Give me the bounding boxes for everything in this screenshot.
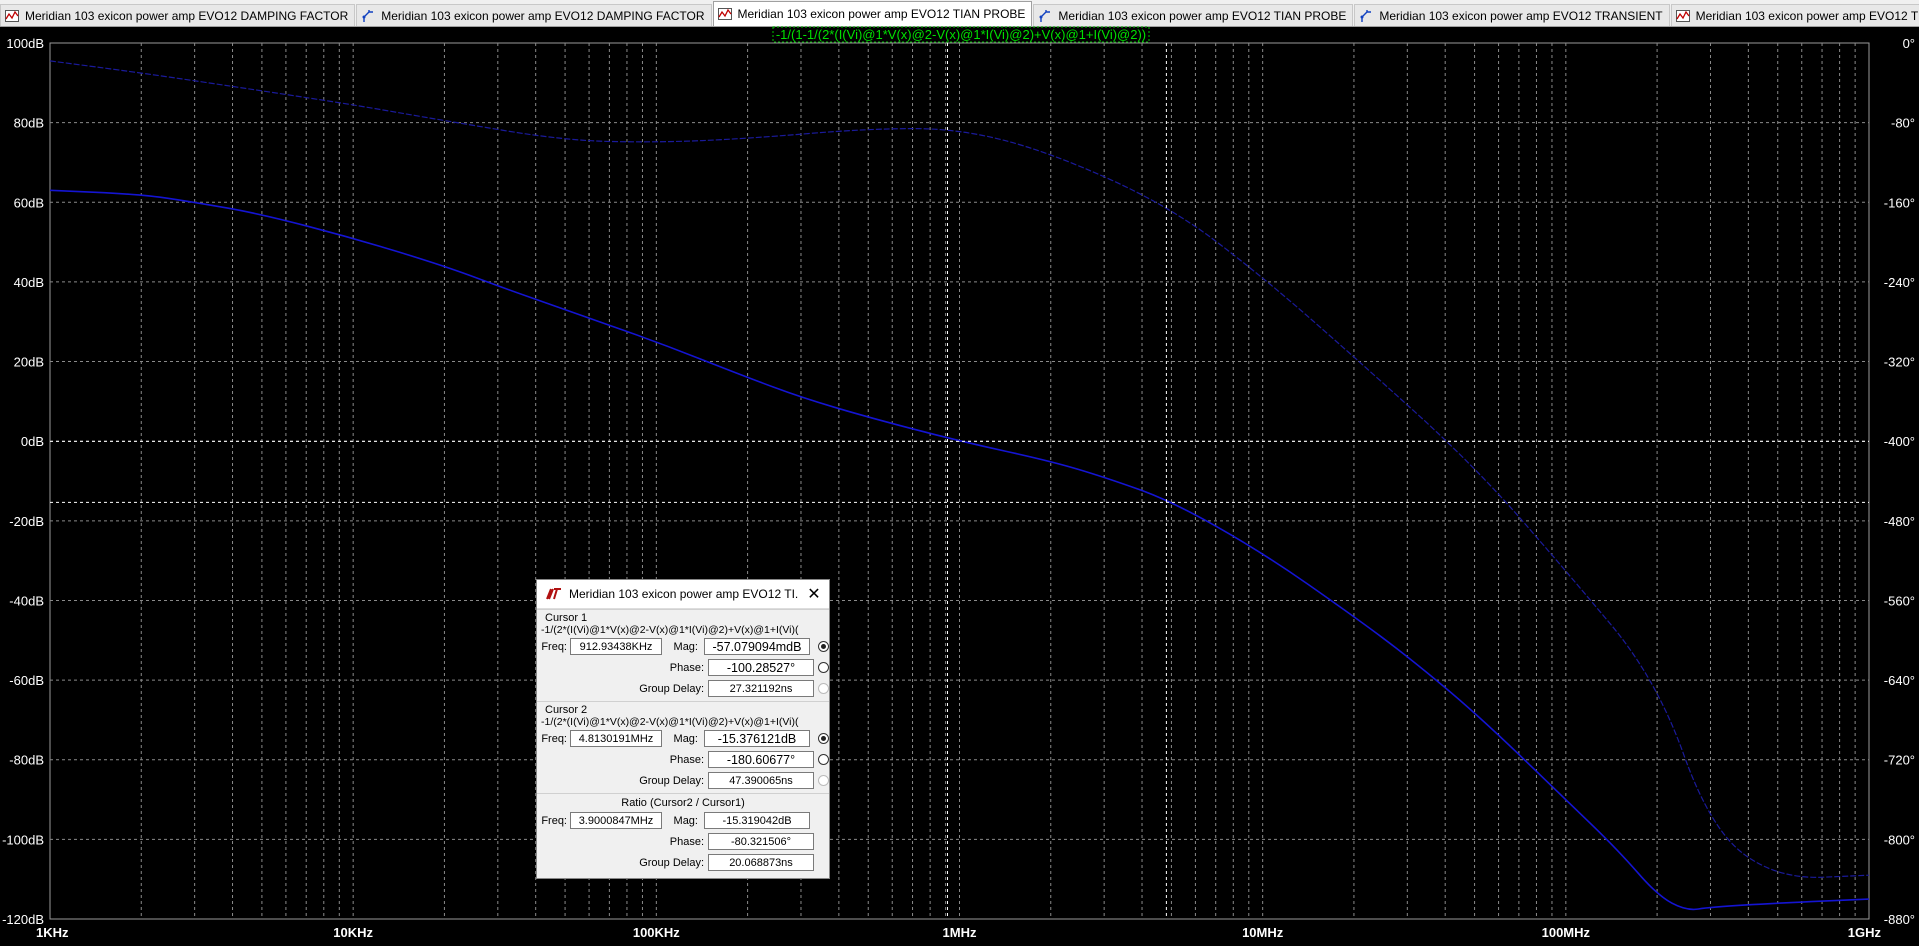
cursor1-mag-radio[interactable] (818, 641, 829, 652)
y2-tick-label: -560° (1884, 593, 1915, 608)
y2-tick-label: -320° (1884, 355, 1915, 370)
x-tick-label: 10MHz (1242, 925, 1284, 940)
x-tick-label: 10KHz (333, 925, 373, 940)
dialog-titlebar[interactable]: Meridian 103 exicon power amp EVO12 TI..… (537, 580, 829, 609)
tab-5[interactable]: Meridian 103 exicon power amp EVO12 TRAN… (1354, 4, 1670, 26)
tab-label: Meridian 103 exicon power amp EVO12 TRAN… (1379, 8, 1663, 23)
y-tick-label: 20dB (14, 355, 44, 370)
ratio-freq-field: 3.9000847MHz (570, 812, 662, 829)
x-tick-label: 1MHz (943, 925, 977, 940)
cursor1-freq-field[interactable]: 912.93438KHz (570, 638, 662, 655)
tab-4[interactable]: Meridian 103 exicon power amp EVO12 TIAN… (1033, 4, 1354, 26)
ratio-gd-label: Group Delay: (639, 856, 704, 869)
cursor2-phase-label: Phase: (669, 753, 704, 766)
close-icon[interactable]: ✕ (799, 584, 829, 604)
cursor1-mag-label: Mag: (673, 640, 698, 653)
tab-label: Meridian 103 exicon power amp EVO12 DAMP… (381, 8, 705, 23)
cursor1-label: Cursor 1 (545, 612, 588, 624)
y-tick-label: -40dB (9, 593, 44, 608)
cursor2-phase-radio[interactable] (818, 754, 829, 765)
y2-tick-label: -880° (1884, 912, 1915, 927)
ratio-gd-field: 20.068873ns (708, 854, 814, 871)
y-tick-label: 80dB (14, 116, 44, 131)
cursor1-phase-radio[interactable] (818, 662, 829, 673)
y2-tick-label: -160° (1884, 195, 1915, 210)
cursor-readout-dialog[interactable]: Meridian 103 exicon power amp EVO12 TI..… (536, 579, 830, 879)
waveform-icon (5, 9, 19, 23)
cursor2-section: Cursor 2 -1/(2*(I(Vi)@1*V(x)@2-V(x)@1*I(… (537, 701, 829, 793)
ratio-phase-label: Phase: (669, 835, 704, 848)
cursor2-gd-radio[interactable] (818, 775, 829, 786)
window-tab-bar: Meridian 103 exicon power amp EVO12 DAMP… (0, 0, 1919, 27)
x-tick-label: 1KHz (36, 925, 69, 940)
y2-tick-label: -80° (1891, 116, 1915, 131)
cursor2-mag-label: Mag: (673, 732, 698, 745)
y2-tick-label: -240° (1884, 275, 1915, 290)
cursor2-phase-field[interactable]: -180.60677° (708, 751, 814, 768)
tab-label: Meridian 103 exicon power amp EVO12 TIAN… (1058, 8, 1347, 23)
cursor1-mag-field[interactable]: -57.079094mdB (704, 638, 810, 655)
ratio-freq-label: Freq: (541, 814, 567, 827)
tab-6[interactable]: Meridian 103 exicon power amp EVO12 TRAN… (1670, 4, 1919, 26)
ltspice-logo-icon (545, 587, 563, 601)
cursor1-expression: -1/(2*(I(Vi)@1*V(x)@2-V(x)@1*I(Vi)@2)+V(… (541, 624, 799, 636)
ratio-label: Ratio (Cursor2 / Cursor1) (621, 797, 745, 809)
x-tick-label: 1GHz (1848, 925, 1882, 940)
cursor1-gd-radio[interactable] (818, 683, 829, 694)
cursor1-section: Cursor 1 -1/(2*(I(Vi)@1*V(x)@2-V(x)@1*I(… (537, 609, 829, 701)
y2-tick-label: 0° (1903, 36, 1915, 51)
tab-label: Meridian 103 exicon power amp EVO12 TIAN… (737, 7, 1026, 21)
cursor1-phase-label: Phase: (669, 661, 704, 674)
schematic-icon (1038, 9, 1052, 23)
schematic-icon (361, 9, 375, 23)
tab-1[interactable]: Meridian 103 exicon power amp EVO12 DAMP… (0, 4, 356, 26)
y-tick-label: 40dB (14, 275, 44, 290)
x-tick-label: 100MHz (1542, 925, 1591, 940)
cursor2-expression: -1/(2*(I(Vi)@1*V(x)@2-V(x)@1*I(Vi)@2)+V(… (541, 716, 799, 728)
y-tick-label: -80dB (9, 753, 44, 768)
tab-label: Meridian 103 exicon power amp EVO12 DAMP… (25, 8, 349, 23)
tab-2[interactable]: Meridian 103 exicon power amp EVO12 DAMP… (356, 4, 712, 26)
schematic-icon (1359, 9, 1373, 23)
cursor2-gd-label: Group Delay: (639, 774, 704, 787)
y2-tick-label: -400° (1884, 434, 1915, 449)
y-tick-label: -100dB (2, 832, 44, 847)
cursor2-gd-field[interactable]: 47.390065ns (708, 772, 814, 789)
y2-tick-label: -640° (1884, 673, 1915, 688)
y-tick-label: 0dB (21, 434, 44, 449)
y-tick-label: -20dB (9, 514, 44, 529)
y2-tick-label: -480° (1884, 514, 1915, 529)
cursor1-gd-label: Group Delay: (639, 682, 704, 695)
y-tick-label: 100dB (6, 36, 44, 51)
ratio-section: Ratio (Cursor2 / Cursor1) Freq: 3.900084… (537, 793, 829, 875)
tab-3[interactable]: Meridian 103 exicon power amp EVO12 TIAN… (712, 1, 1033, 26)
ratio-mag-label: Mag: (673, 814, 698, 827)
cursor2-label: Cursor 2 (545, 704, 588, 716)
expression-label: -1/(1-1/(2*(I(Vi)@1*V(x)@2-V(x)@1*I(Vi)@… (776, 27, 1146, 42)
ratio-phase-field: -80.321506° (708, 833, 814, 850)
waveform-icon (1675, 9, 1690, 23)
y-tick-label: 60dB (14, 195, 44, 210)
cursor2-mag-field[interactable]: -15.376121dB (704, 730, 810, 747)
tab-label: Meridian 103 exicon power amp EVO12 TRAN… (1695, 8, 1919, 23)
y2-tick-label: -720° (1884, 753, 1915, 768)
waveform-icon (717, 7, 732, 21)
cursor1-freq-label: Freq: (541, 640, 567, 653)
cursor2-freq-label: Freq: (541, 732, 567, 745)
bode-plot[interactable]: 100dB 80dB 60dB 40dB 20dB 0dB -20dB -40dB -60dB -… (0, 26, 1919, 946)
dialog-title: Meridian 103 exicon power amp EVO12 TI..… (569, 587, 799, 601)
cursor2-mag-radio[interactable] (818, 733, 829, 744)
cursor1-phase-field[interactable]: -100.28527° (708, 659, 814, 676)
cursor1-gd-field[interactable]: 27.321192ns (708, 680, 814, 697)
ratio-mag-field: -15.319042dB (704, 812, 810, 829)
cursor2-freq-field[interactable]: 4.8130191MHz (570, 730, 662, 747)
x-tick-label: 100KHz (633, 925, 680, 940)
y-tick-label: -60dB (9, 673, 44, 688)
y2-tick-label: -800° (1884, 832, 1915, 847)
